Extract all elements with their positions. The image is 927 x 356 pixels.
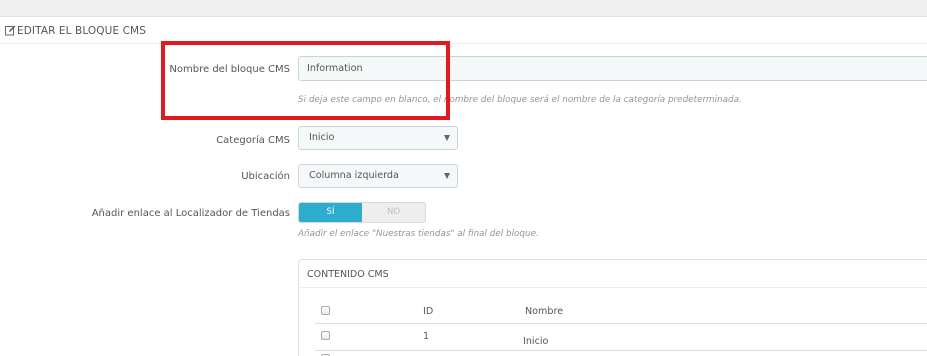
cms-category-value: Inicio bbox=[309, 132, 335, 143]
location-select[interactable]: Columna izquierda bbox=[298, 164, 458, 188]
annotation-highlight-box bbox=[161, 41, 450, 120]
location-value: Columna izquierda bbox=[309, 170, 399, 181]
select-all-checkbox[interactable] bbox=[321, 306, 330, 315]
row-id: 1 bbox=[423, 331, 430, 342]
cms-category-label: Categoría CMS bbox=[216, 135, 290, 146]
top-toolbar-strip bbox=[0, 0, 927, 17]
store-link-help: Añadir el enlace "Nuestras tiendas" al f… bbox=[298, 229, 539, 239]
row-divider bbox=[315, 350, 927, 351]
caret-down-icon bbox=[444, 135, 450, 141]
caret-down-icon bbox=[444, 173, 450, 179]
switch-yes-option[interactable]: SÍ bbox=[299, 203, 362, 222]
store-link-label: Añadir enlace al Localizador de Tiendas bbox=[91, 208, 290, 219]
column-header-id: ID bbox=[423, 306, 434, 317]
cms-category-select[interactable]: Inicio bbox=[298, 126, 458, 150]
column-header-name: Nombre bbox=[525, 306, 564, 317]
panel-heading: EDITAR EL BLOQUE CMS bbox=[0, 18, 927, 44]
cms-content-title: CONTENIDO CMS bbox=[307, 269, 389, 280]
row-checkbox[interactable] bbox=[321, 331, 330, 340]
switch-no-option[interactable]: NO bbox=[362, 203, 425, 222]
edit-icon bbox=[5, 25, 16, 36]
row-name: Inicio bbox=[523, 336, 549, 347]
cms-content-panel: CONTENIDO CMS ID Nombre 1 Inicio bbox=[298, 259, 927, 356]
location-label: Ubicación bbox=[241, 171, 290, 182]
header-divider bbox=[315, 323, 927, 324]
panel-title: EDITAR EL BLOQUE CMS bbox=[17, 25, 146, 37]
divider bbox=[299, 287, 927, 288]
store-link-switch[interactable]: SÍ NO bbox=[298, 202, 426, 223]
